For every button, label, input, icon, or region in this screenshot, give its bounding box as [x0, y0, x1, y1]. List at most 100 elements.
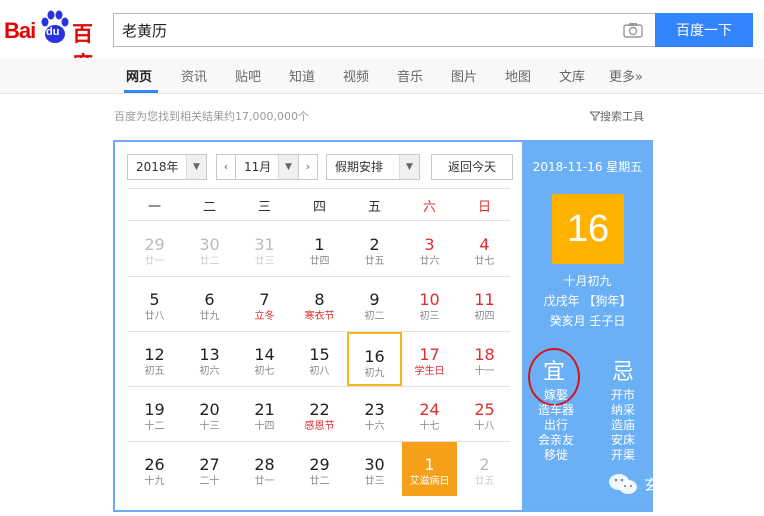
ji-title: 忌: [612, 360, 635, 385]
year-select[interactable]: 2018年 ▼: [127, 154, 207, 180]
calendar-day[interactable]: 4 廿七: [457, 222, 512, 276]
back-to-today-button[interactable]: 返回今天: [431, 154, 513, 180]
calendar-day[interactable]: 31 廿三: [237, 222, 292, 276]
day-number: 22: [309, 400, 330, 419]
search-button[interactable]: 百度一下: [655, 13, 753, 47]
lunar-date: 十月初九: [563, 274, 612, 288]
tab-wenku[interactable]: 文库: [559, 66, 585, 85]
filter-icon: [588, 111, 602, 121]
calendar-day[interactable]: 27 二十: [182, 442, 237, 496]
lunar-label: 廿二: [199, 256, 220, 267]
weekday-label: 日: [477, 200, 491, 215]
calendar-day[interactable]: 14 初七: [237, 332, 292, 386]
calendar-day[interactable]: 30 廿三: [347, 442, 402, 496]
calendar-day[interactable]: 21 十四: [237, 387, 292, 441]
calendar-day[interactable]: 16 初九: [347, 332, 402, 386]
calendar-day[interactable]: 13 初六: [182, 332, 237, 386]
baidu-logo[interactable]: Bai du 百度: [4, 8, 108, 76]
tab-news[interactable]: 资讯: [181, 66, 207, 85]
day-number: 23: [364, 400, 385, 419]
calendar-day[interactable]: 6 廿九: [182, 277, 237, 331]
calendar-day[interactable]: 22 感恩节: [292, 387, 347, 441]
lunar-label: 十一: [474, 366, 495, 377]
calendar-day[interactable]: 19 十二: [127, 387, 182, 441]
weekday-label: 三: [257, 200, 271, 215]
tab-more[interactable]: 更多»: [609, 66, 643, 85]
next-month-button[interactable]: ›: [298, 154, 318, 180]
day-number: 30: [364, 455, 385, 474]
yi-title: 宜: [543, 360, 566, 385]
wechat-icon: [609, 474, 637, 494]
lunar-label: 学生日: [414, 366, 445, 377]
holiday-select[interactable]: 假期安排 ▼: [326, 154, 420, 180]
lunar-label: 初九: [364, 368, 385, 379]
ji-item: 安床: [610, 433, 635, 447]
lunar-label: 寒衣节: [304, 311, 335, 322]
yi-item: 会亲友: [537, 433, 574, 447]
day-number: 3: [424, 235, 435, 254]
day-number: 11: [474, 290, 495, 309]
calendar-day[interactable]: 29 廿一: [127, 222, 182, 276]
lunar-label: 初六: [199, 366, 220, 377]
calendar-day[interactable]: 1 艾滋病日: [402, 442, 457, 496]
calendar-day[interactable]: 29 廿二: [292, 442, 347, 496]
calendar-day[interactable]: 9 初二: [347, 277, 402, 331]
day-number: 13: [199, 345, 220, 364]
ganzhi-year: 戊戌年 【狗年】: [543, 294, 632, 308]
search-input[interactable]: [122, 14, 602, 46]
calendar-day[interactable]: 15 初八: [292, 332, 347, 386]
year-select-label: 2018年: [136, 160, 179, 174]
calendar-day[interactable]: 2 廿五: [457, 442, 512, 496]
lunar-label: 廿二: [309, 476, 330, 487]
ji-list: 开市 纳采 造庙 安床 开渠: [600, 388, 646, 463]
calendar-day[interactable]: 20 十三: [182, 387, 237, 441]
camera-icon[interactable]: [623, 22, 643, 38]
tab-map[interactable]: 地图: [505, 66, 531, 85]
calendar-day[interactable]: 12 初五: [127, 332, 182, 386]
day-number: 9: [369, 290, 380, 309]
tab-video[interactable]: 视频: [343, 66, 369, 85]
calendar-day[interactable]: 11 初四: [457, 277, 512, 331]
calendar-day[interactable]: 1 廿四: [292, 222, 347, 276]
tab-web[interactable]: 网页: [126, 66, 152, 85]
watermark-text: 玄门乾坤堂: [644, 476, 720, 494]
day-number: 30: [199, 235, 220, 254]
calendar-day[interactable]: 26 十九: [127, 442, 182, 496]
tab-zhidao[interactable]: 知道: [289, 66, 315, 85]
lunar-label: 艾滋病日: [409, 476, 450, 487]
calendar-day[interactable]: 25 十八: [457, 387, 512, 441]
ganzhi-month-day: 癸亥月 壬子日: [549, 314, 626, 328]
weekday-label: 六: [422, 200, 436, 215]
day-number: 7: [259, 290, 270, 309]
month-select[interactable]: 11月 ▼: [235, 154, 299, 180]
calendar-day[interactable]: 2 廿五: [347, 222, 402, 276]
lunar-label: 廿五: [474, 476, 495, 487]
calendar-day[interactable]: 7 立冬: [237, 277, 292, 331]
prev-month-button[interactable]: ‹: [216, 154, 236, 180]
back-to-today-label: 返回今天: [447, 160, 496, 174]
calendar-day[interactable]: 30 廿二: [182, 222, 237, 276]
tab-music[interactable]: 音乐: [397, 66, 423, 85]
lunar-label: 廿七: [474, 256, 495, 267]
tab-images[interactable]: 图片: [451, 66, 477, 85]
day-number: 29: [144, 235, 165, 254]
calendar-day[interactable]: 17 学生日: [402, 332, 457, 386]
calendar-day[interactable]: 10 初三: [402, 277, 457, 331]
search-tools[interactable]: 搜索工具: [588, 108, 644, 124]
calendar-day[interactable]: 18 十一: [457, 332, 512, 386]
header: Bai du 百度 百度一下: [0, 0, 764, 76]
calendar-day[interactable]: 8 寒衣节: [292, 277, 347, 331]
result-count: 百度为您找到相关结果约17,000,000个: [114, 110, 309, 123]
day-number: 26: [144, 455, 165, 474]
lunar-label: 廿三: [364, 476, 385, 487]
lunar-label: 廿一: [254, 476, 275, 487]
calendar-day[interactable]: 23 十六: [347, 387, 402, 441]
calendar-day[interactable]: 3 廿六: [402, 222, 457, 276]
ji-item: 造庙: [610, 418, 635, 432]
calendar-day[interactable]: 5 廿八: [127, 277, 182, 331]
tab-tieba[interactable]: 贴吧: [235, 66, 261, 85]
calendar-day[interactable]: 24 十七: [402, 387, 457, 441]
calendar-day[interactable]: 28 廿一: [237, 442, 292, 496]
day-number: 25: [474, 400, 495, 419]
big-day-box: 16: [552, 194, 624, 264]
